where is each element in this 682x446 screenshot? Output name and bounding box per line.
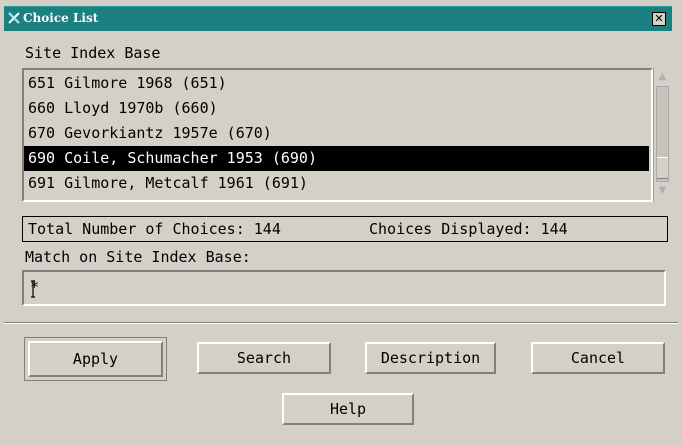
title-bar[interactable]: Choice List ✕ (4, 6, 672, 31)
divider (4, 322, 678, 324)
choice-listbox[interactable]: 651 Gilmore 1968 (651) 660 Lloyd 1970b (… (22, 68, 653, 202)
match-label: Match on Site Index Base: (25, 248, 251, 266)
apply-button[interactable]: Apply (28, 341, 163, 377)
text-cursor-icon (31, 280, 35, 298)
list-item[interactable]: 670 Gevorkiantz 1957e (670) (24, 121, 649, 146)
help-button[interactable]: Help (282, 393, 414, 425)
scroll-thumb[interactable] (657, 157, 668, 179)
close-button[interactable]: ✕ (652, 12, 666, 26)
search-button[interactable]: Search (197, 342, 331, 374)
list-item-selected[interactable]: 690 Coile, Schumacher 1953 (690) (24, 146, 649, 171)
close-icon: ✕ (654, 12, 664, 25)
scroll-down-icon[interactable]: ▼ (656, 184, 669, 198)
list-item[interactable]: 660 Lloyd 1970b (660) (24, 96, 649, 121)
cancel-button[interactable]: Cancel (531, 342, 665, 374)
list-heading: Site Index Base (25, 44, 161, 62)
list-scrollbar[interactable]: ▲ ▼ (653, 68, 671, 202)
list-item[interactable]: 691 Gilmore, Metcalf 1961 (691) (24, 171, 649, 196)
total-choices-text: Total Number of Choices: 144 (28, 220, 281, 238)
scroll-up-icon[interactable]: ▲ (656, 70, 669, 84)
description-button[interactable]: Description (365, 342, 496, 374)
match-input[interactable]: * (22, 270, 666, 306)
displayed-choices-text: Choices Displayed: 144 (369, 220, 568, 238)
choice-list-dialog: Choice List ✕ Site Index Base 651 Gilmor… (0, 0, 682, 446)
window-title: Choice List (23, 11, 99, 25)
scroll-track[interactable] (656, 86, 669, 182)
status-box: Total Number of Choices: 144 Choices Dis… (22, 216, 668, 242)
list-item[interactable]: 651 Gilmore 1968 (651) (24, 71, 649, 96)
app-x-icon (8, 12, 20, 24)
